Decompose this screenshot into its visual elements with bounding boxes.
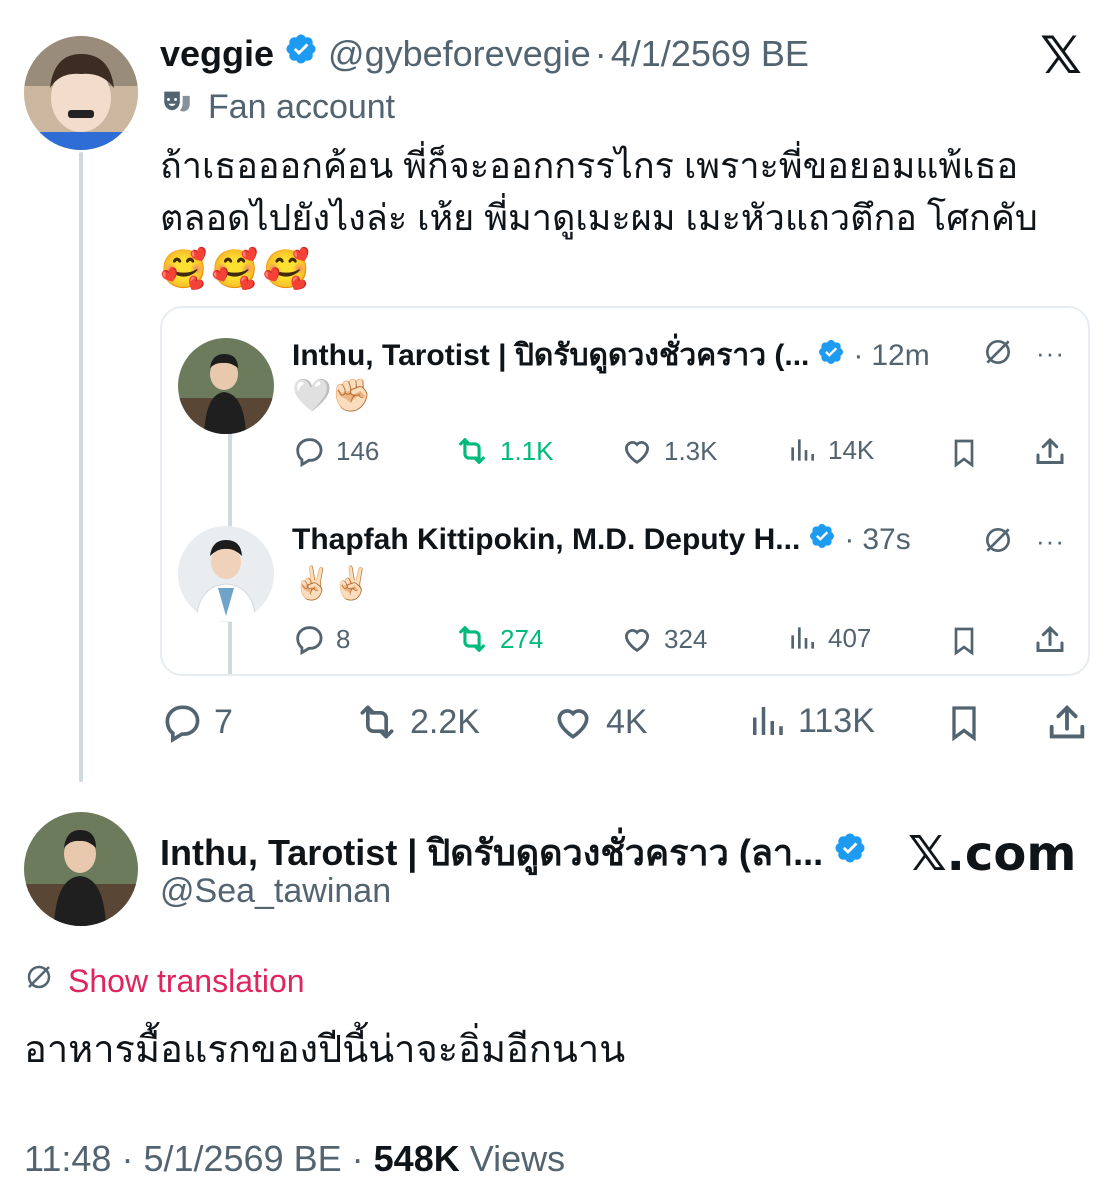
verified-badge-icon: [817, 338, 845, 374]
bookmark-icon[interactable]: [948, 436, 980, 475]
quote-1-time[interactable]: 12m: [871, 339, 929, 373]
show-translation-link[interactable]: Show translation: [68, 963, 305, 1000]
like-button[interactable]: 4K: [550, 700, 648, 744]
theater-masks-icon: [160, 86, 194, 129]
fan-account-label: Fan account: [208, 88, 396, 126]
translate-icon: [24, 962, 54, 1000]
sea-tawinan-avatar[interactable]: [24, 812, 138, 926]
quote-2-reply-count: 8: [336, 623, 351, 654]
translate-icon[interactable]: [982, 524, 1014, 561]
x-logo-icon[interactable]: 𝕏: [1040, 30, 1082, 82]
views-label: Views: [469, 1138, 566, 1179]
reply-button[interactable]: 7: [160, 700, 233, 744]
thread-connector-line: [79, 152, 83, 782]
tweet-date[interactable]: 4/1/2569 BE: [611, 33, 809, 75]
quote-2-repost-count: 274: [500, 623, 544, 654]
quote-1-separator: ·: [853, 338, 864, 372]
tweet-date[interactable]: 5/1/2569 BE: [143, 1138, 341, 1179]
veggie-handle[interactable]: @gybeforevegie: [328, 33, 591, 75]
share-icon[interactable]: [1032, 434, 1068, 475]
tweet-footer: 11:48 · 5/1/2569 BE · 548K Views: [24, 1138, 565, 1180]
quote-2-views-count: 407: [828, 622, 872, 653]
repost-count: 2.2K: [410, 702, 480, 741]
quote-2-repost-button[interactable]: 274: [454, 622, 543, 656]
footer-separator: ·: [351, 1138, 364, 1179]
bookmark-icon[interactable]: [948, 624, 980, 663]
quote-1-reply-count: 146: [336, 435, 380, 466]
quote-2-like-button[interactable]: 324: [620, 622, 707, 656]
share-icon[interactable]: [1032, 622, 1068, 663]
x-com-brand: 𝕏.com: [908, 826, 1077, 882]
more-options-icon[interactable]: ···: [1036, 338, 1065, 369]
quote-1-repost-count: 1.1K: [500, 435, 554, 466]
tweet-emojis: 🥰🥰🥰: [160, 249, 314, 291]
inthu-avatar[interactable]: [178, 338, 274, 434]
more-options-icon[interactable]: ···: [1036, 526, 1065, 557]
share-icon[interactable]: [1044, 700, 1090, 751]
reply-count: 7: [214, 702, 233, 741]
quoted-thread-card[interactable]: Inthu, Tarotist | ปิดรับดูดวงชั่วคราว (.…: [160, 306, 1090, 676]
footer-separator: ·: [121, 1138, 134, 1179]
quote-1-reply-button[interactable]: 146: [292, 434, 379, 468]
tweet-time[interactable]: 11:48: [24, 1138, 111, 1179]
quote-1-text: 🤍✊🏻: [292, 377, 372, 413]
translate-icon[interactable]: [982, 336, 1014, 373]
quote-1-views-button[interactable]: 14K: [786, 434, 874, 466]
tweet-text-line-2: ตลอดไปยังไงล่ะ เห้ย พี่มาดูเมะผม เมะหัวแ…: [160, 197, 1038, 238]
thapfah-display-name[interactable]: Thapfah Kittipokin, M.D. Deputy H...: [292, 523, 800, 557]
quote-1-views-count: 14K: [828, 434, 875, 465]
views-count: 113K: [798, 701, 875, 740]
quote-2-text: ✌🏻✌🏻: [292, 565, 372, 601]
quote-2-separator: ·: [844, 523, 855, 556]
views-button[interactable]: 113K: [746, 700, 875, 742]
thapfah-avatar[interactable]: [178, 526, 274, 622]
quote-1-repost-button[interactable]: 1.1K: [454, 434, 554, 468]
bookmark-icon[interactable]: [944, 702, 984, 749]
inthu-display-name[interactable]: Inthu, Tarotist | ปิดรับดูดวงชั่วคราว (.…: [292, 332, 809, 379]
veggie-display-name[interactable]: veggie: [160, 33, 274, 75]
repost-button[interactable]: 2.2K: [354, 700, 480, 744]
verified-badge-icon: [808, 522, 836, 558]
verified-badge-icon: [833, 831, 867, 874]
quote-2-like-count: 324: [664, 623, 708, 654]
quote-2-views-button[interactable]: 407: [786, 622, 871, 654]
sea-tawinan-handle[interactable]: @Sea_tawinan: [160, 872, 391, 911]
quote-1-like-count: 1.3K: [664, 435, 718, 466]
verified-badge-icon: [284, 32, 318, 75]
like-count: 4K: [606, 702, 648, 741]
quote-2-time[interactable]: 37s: [862, 523, 910, 557]
quote-1-like-button[interactable]: 1.3K: [620, 434, 718, 468]
tweet-text-line-1: ถ้าเธอออกค้อน พี่ก็จะออกกรรไกร เพราะพี่ข…: [160, 145, 1019, 186]
header-separator: ·: [594, 32, 607, 74]
quote-2-reply-button[interactable]: 8: [292, 622, 350, 656]
views-total: 548K: [373, 1138, 460, 1179]
reply-tweet-text: อาหารมื้อแรกของปีนี้น่าจะอิ่มอีกนาน: [24, 1029, 626, 1071]
veggie-avatar[interactable]: [24, 36, 138, 150]
